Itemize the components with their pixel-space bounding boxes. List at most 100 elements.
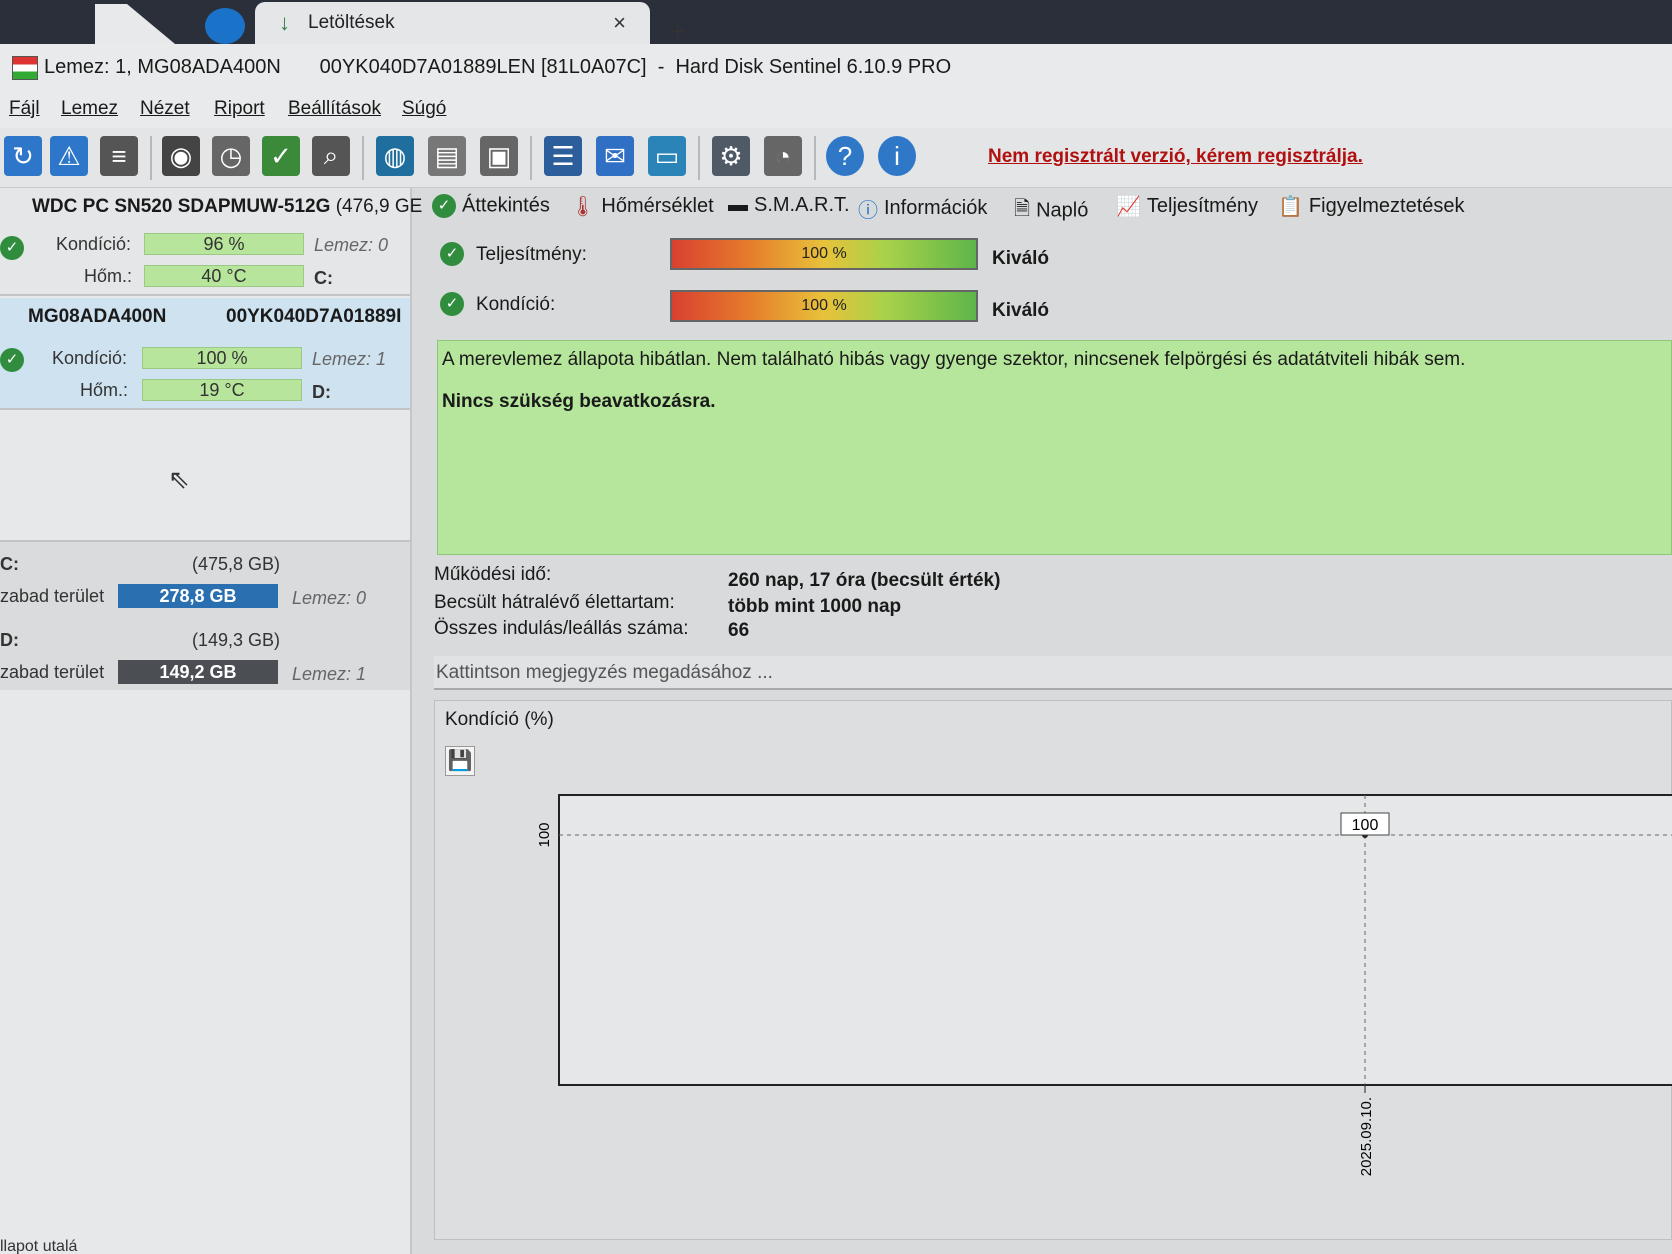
y-tick-label: 100 xyxy=(536,822,553,847)
refresh-icon[interactable]: ↻ xyxy=(4,136,42,176)
tab-overview[interactable]: ✓ Áttekintés xyxy=(432,194,550,218)
status-ok-icon: ✓ xyxy=(0,348,24,372)
menu-file[interactable]: Fájl xyxy=(9,98,40,120)
menu-bar: Fájl Lemez Nézet Riport Beállítások Súgó xyxy=(0,94,1672,128)
save-chart-icon[interactable]: 💾 xyxy=(445,746,475,776)
toolbar: ↻ ⚠ ≡ ◉ ◷ ✓ ⌕ ◍ ▤ ▣ ☰ ✉ ▭ ⚙ ◔ ? i Nem re… xyxy=(0,128,1672,188)
toolbar-separator xyxy=(814,136,816,180)
disk-card-1-selected[interactable]: MG08ADA400N 00YK040D7A01889I ✓ Kondíció:… xyxy=(0,298,410,410)
uptime-value: 260 nap, 17 óra (becsült érték) xyxy=(728,570,1001,591)
unregistered-notice-link[interactable]: Nem regisztrált verzió, kérem regisztrál… xyxy=(988,146,1363,168)
performance-rating: Kiváló xyxy=(992,248,1050,269)
download-arrow-icon: ↓ xyxy=(279,10,290,35)
globe-disk-icon[interactable]: ◍ xyxy=(376,136,414,176)
data-label: 100 xyxy=(1352,817,1379,834)
status-text: A merevlemez állapota hibátlan. Nem talá… xyxy=(442,349,1466,370)
settings-icon[interactable]: ⚙ xyxy=(712,136,750,176)
x-tick-label: 2025.09.10. xyxy=(1358,1097,1375,1176)
help-icon[interactable]: ? xyxy=(826,136,864,176)
free-space-label: zabad terület xyxy=(0,586,105,606)
free-space-label: zabad terület xyxy=(0,662,105,682)
tab-information[interactable]: ⓘ Információk xyxy=(858,194,987,223)
performance-label: Teljesítmény: xyxy=(476,244,587,265)
disk-title: WDC PC SN520 SDAPMUW-512G (476,9 GE xyxy=(32,196,423,217)
mail-icon[interactable]: ✉ xyxy=(596,136,634,176)
window-title: Lemez: 1, MG08ADA400N 00YK040D7A01889LEN… xyxy=(44,56,952,78)
menu-settings[interactable]: Beállítások xyxy=(288,98,381,120)
monitor-icon[interactable]: ▭ xyxy=(648,136,686,176)
tab-temperature[interactable]: 🌡 Hőmérséklet xyxy=(570,194,714,219)
menu-view[interactable]: Nézet xyxy=(140,98,190,120)
disk-bar-icon: ▬ xyxy=(728,194,748,217)
thermometer-icon: 🌡 xyxy=(570,196,596,218)
temperature-bar: 19 °C xyxy=(142,379,302,401)
condition-bar: 96 % xyxy=(144,233,304,255)
document-icon: 🗎 xyxy=(1014,198,1031,220)
disk-check-icon[interactable]: ✓ xyxy=(262,136,300,176)
refresh-warning-icon[interactable]: ⚠ xyxy=(50,136,88,176)
mouse-cursor-icon: ⇖ xyxy=(168,464,190,494)
status-ok-icon: ✓ xyxy=(0,236,24,260)
backup-icon[interactable]: ▣ xyxy=(480,136,518,176)
tab-performance[interactable]: 📈 Teljesítmény xyxy=(1116,194,1258,219)
chart-title: Kondíció (%) xyxy=(445,709,554,730)
disk-clock-icon[interactable]: ◷ xyxy=(212,136,250,176)
menu-help[interactable]: Súgó xyxy=(402,98,446,120)
info-icon[interactable]: i xyxy=(878,136,916,176)
condition-bar: 100 % xyxy=(670,290,978,322)
performance-bar: 100 % xyxy=(670,238,978,270)
condition-label: Kondíció: xyxy=(476,294,556,315)
disk-search-icon[interactable]: ⌕ xyxy=(312,136,350,176)
volume-size: (475,8 GB) xyxy=(192,554,281,574)
uptime-label: Működési idő: xyxy=(434,564,552,585)
condition-label: Kondíció: xyxy=(52,348,128,368)
toolbar-separator xyxy=(530,136,532,180)
close-tab-icon[interactable]: × xyxy=(613,10,626,36)
tab-smart[interactable]: ▬ S.M.A.R.T. xyxy=(728,194,850,217)
menu-disk[interactable]: Lemez xyxy=(61,98,118,120)
clipboard-icon: 📋 xyxy=(1278,196,1303,218)
network-disk-icon[interactable]: ▤ xyxy=(428,136,466,176)
tab-bar: ✓ Áttekintés 🌡 Hőmérséklet ▬ S.M.A.R.T. ⓘ In… xyxy=(430,188,1672,232)
chart-plot-area xyxy=(558,794,1672,1086)
title-bar: Lemez: 1, MG08ADA400N 00YK040D7A01889LEN… xyxy=(0,44,1672,94)
menu-report[interactable]: Riport xyxy=(214,98,265,120)
temperature-bar: 40 °C xyxy=(144,265,304,287)
volume-letter: D: xyxy=(0,630,19,650)
lifetime-label: Becsült hátralévő élettartam: xyxy=(434,592,675,613)
tab-warnings[interactable]: 📋 Figyelmeztetések xyxy=(1278,194,1465,219)
temperature-label: Hőm.: xyxy=(80,380,129,400)
status-message-box: A merevlemez állapota hibátlan. Nem talá… xyxy=(437,340,1672,555)
status-footer-fragment: llapot utalá xyxy=(0,1238,78,1254)
condition-bar: 100 % xyxy=(142,347,302,369)
disk-surface-icon[interactable]: ◉ xyxy=(162,136,200,176)
condition-rating: Kiváló xyxy=(992,300,1050,321)
browser-tab-strip xyxy=(0,0,1672,44)
report-icon[interactable]: ☰ xyxy=(544,136,582,176)
chart-icon: 📈 xyxy=(1116,196,1141,218)
app-flag-icon xyxy=(12,56,38,80)
startstop-value: 66 xyxy=(728,620,750,641)
disk-card-0[interactable]: WDC PC SN520 SDAPMUW-512G (476,9 GE ✓ Ko… xyxy=(0,188,422,296)
app-window: ↓ Letöltések × + Lemez: 1, MG08ADA400N 0… xyxy=(0,0,1672,1254)
performance-ok-icon: ✓ xyxy=(440,242,464,266)
browser-tab-downloads[interactable]: ↓ Letöltések × xyxy=(255,2,650,44)
browser-tab-label: Letöltések xyxy=(308,12,395,33)
toolbar-separator xyxy=(150,136,152,180)
volume-letter: C: xyxy=(0,554,19,574)
condition-chart: 100 100 2025.09.10. xyxy=(536,794,1672,1176)
free-space-bar: 149,2 GB xyxy=(118,660,278,684)
browser-logo-icon xyxy=(205,8,245,44)
disk-list-panel: WDC PC SN520 SDAPMUW-512G (476,9 GE ✓ Ko… xyxy=(0,188,422,1254)
sound-icon[interactable]: ◔ xyxy=(764,136,802,176)
free-space-bar: 278,8 GB xyxy=(118,584,278,608)
tab-log[interactable]: 🗎 Napló xyxy=(1014,194,1088,228)
note-input[interactable]: Kattintson megjegyzés megadásához ... xyxy=(434,656,1672,690)
disk-index: Lemez: 0 xyxy=(292,588,367,608)
check-icon: ✓ xyxy=(432,194,456,218)
new-tab-icon[interactable]: + xyxy=(670,16,685,47)
disk-list-icon[interactable]: ≡ xyxy=(100,136,138,176)
toolbar-separator xyxy=(698,136,700,180)
disk-index: Lemez: 1 xyxy=(292,664,367,684)
startstop-label: Összes indulás/leállás száma: xyxy=(434,618,689,639)
